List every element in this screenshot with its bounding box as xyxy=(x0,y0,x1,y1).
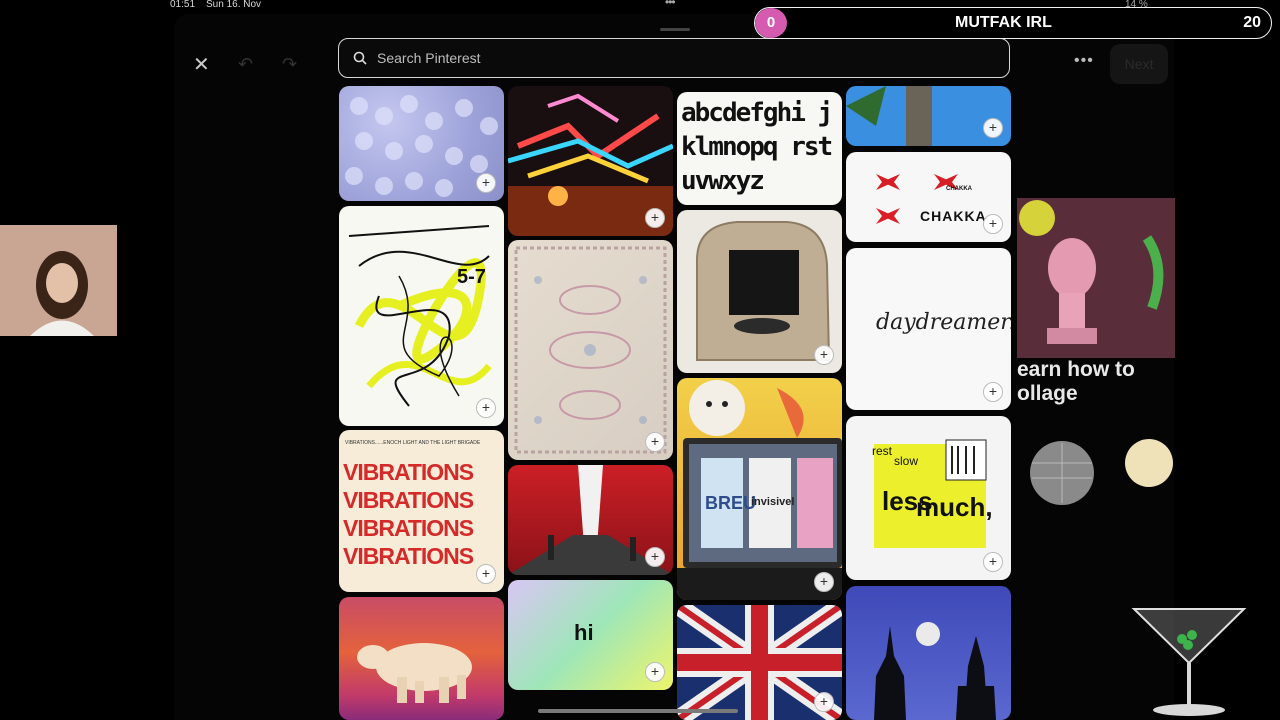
design-text-invisivel: invisivel xyxy=(751,496,795,508)
vibrations-line: VIBRATIONS xyxy=(343,515,474,541)
add-pin-button[interactable]: + xyxy=(476,398,496,418)
rug-pattern xyxy=(514,246,667,454)
close-icon[interactable]: ✕ xyxy=(193,52,210,77)
pin-rug[interactable]: + xyxy=(508,240,673,460)
add-pin-button[interactable]: + xyxy=(645,208,665,228)
daydreamer-script: daydreamer. xyxy=(876,310,1011,335)
hi-logo: hi xyxy=(574,620,594,645)
add-pin-button[interactable]: + xyxy=(983,214,1003,234)
martini-glass-icon xyxy=(1131,608,1247,716)
stream-goal-bar: 0 MUTFAK IRL 20 xyxy=(754,7,1272,39)
goal-count-badge: 0 xyxy=(755,8,787,38)
add-pin-button[interactable]: + xyxy=(645,547,665,567)
webcam-feed xyxy=(0,225,117,336)
search-input[interactable] xyxy=(375,49,959,67)
pin-blue-dots[interactable]: + xyxy=(339,86,504,201)
polar-bear-image xyxy=(357,643,472,703)
goal-target: 20 xyxy=(1243,14,1261,31)
pin-scribble-poster[interactable]: 5-7 + xyxy=(339,206,504,426)
skyline-image xyxy=(874,622,996,720)
add-pin-button[interactable]: + xyxy=(814,692,834,712)
multitask-dots-icon[interactable]: ••• xyxy=(665,0,676,9)
collage-word-much: much, xyxy=(916,492,993,522)
person-image xyxy=(0,225,117,336)
add-pin-button[interactable]: + xyxy=(814,572,834,592)
undo-icon[interactable]: ↶ xyxy=(238,54,253,75)
pin-polar-bear[interactable] xyxy=(339,597,504,720)
pin-daydreamer[interactable]: daydreamer. + xyxy=(846,248,1011,410)
pin-chakka[interactable]: CHAKKA CHAKKA + xyxy=(846,152,1011,242)
add-pin-button[interactable]: + xyxy=(983,382,1003,402)
add-pin-button[interactable]: + xyxy=(983,118,1003,138)
collage-word-slow: slow xyxy=(894,454,919,468)
collage-word-rest: rest xyxy=(872,444,893,458)
pin-gradient-hi[interactable]: hi + xyxy=(508,580,673,690)
pin-laptop-design[interactable]: BREU invisivel + xyxy=(677,378,842,600)
add-pin-button[interactable]: + xyxy=(645,432,665,452)
add-pin-button[interactable]: + xyxy=(476,564,496,584)
pin-less-much[interactable]: rest slow less much, + xyxy=(846,416,1011,580)
goal-title: MUTFAK IRL xyxy=(955,14,1052,31)
poster-header: VIBRATIONS......ENOCH LIGHT AND THE LIGH… xyxy=(345,440,481,446)
search-icon xyxy=(353,51,367,65)
chakka-label: CHAKKA xyxy=(920,208,987,224)
add-pin-button[interactable]: + xyxy=(645,662,665,682)
laptop-image xyxy=(677,380,842,600)
more-options-icon[interactable]: ••• xyxy=(1074,52,1094,70)
vibrations-line: VIBRATIONS xyxy=(343,459,474,485)
add-pin-button[interactable]: + xyxy=(814,345,834,365)
pin-neon-lights[interactable]: + xyxy=(508,86,673,236)
poster-numbers: 5-7 xyxy=(457,266,486,288)
tree-image xyxy=(846,86,932,146)
status-date: Sun 16. Nov xyxy=(206,0,262,10)
home-indicator[interactable] xyxy=(538,709,738,713)
add-pin-button[interactable]: + xyxy=(476,173,496,193)
pin-alphabet[interactable]: abcdefghi jklmnopq rstuvwxyz xyxy=(677,92,842,205)
scribble-artwork xyxy=(348,225,492,407)
pin-skyline-moon[interactable] xyxy=(846,586,1011,720)
pin-stone-sculpture[interactable]: + xyxy=(677,210,842,373)
sheet-handle[interactable] xyxy=(660,28,690,31)
pin-tree[interactable]: + xyxy=(846,86,1011,146)
pin-union-jack[interactable]: + xyxy=(677,605,842,720)
search-bar[interactable] xyxy=(338,38,1010,78)
side-card-title: earn how to ollage xyxy=(1017,358,1135,405)
chakka-small-label: CHAKKA xyxy=(946,186,972,192)
alphabet-text: abcdefghi jklmnopq rstuvwxyz xyxy=(681,98,833,196)
side-card[interactable]: earn how to ollage xyxy=(1017,198,1175,518)
pin-red-tunnel[interactable]: + xyxy=(508,465,673,575)
vibrations-line: VIBRATIONS xyxy=(343,543,474,569)
status-time: 01:51 xyxy=(170,0,196,10)
add-pin-button[interactable]: + xyxy=(983,552,1003,572)
next-button[interactable]: Next xyxy=(1110,44,1168,84)
vibrations-line: VIBRATIONS xyxy=(343,487,474,513)
pin-vibrations[interactable]: VIBRATIONS......ENOCH LIGHT AND THE LIGH… xyxy=(339,430,504,592)
design-text-breu: BREU xyxy=(705,493,757,513)
redo-icon[interactable]: ↷ xyxy=(282,54,297,75)
